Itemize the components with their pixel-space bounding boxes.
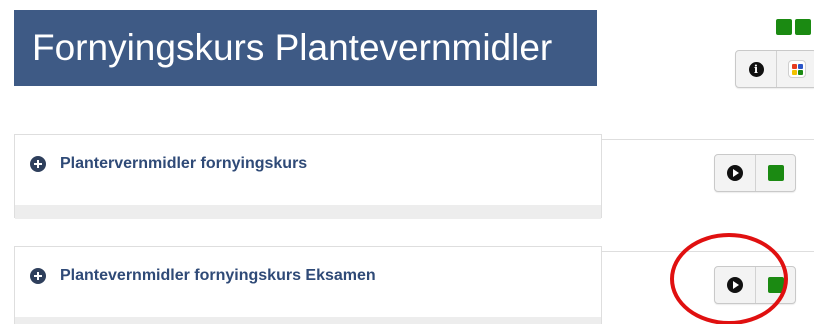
course-title[interactable]: Plantevernmidler fornyingskurs Eksamen bbox=[60, 267, 376, 285]
course-action-group bbox=[714, 154, 796, 192]
status-square-icon bbox=[776, 19, 792, 35]
play-circle-icon bbox=[727, 277, 743, 293]
page: Fornyingskurs Plantevernmidler i Planter… bbox=[0, 0, 814, 324]
status-square-icon bbox=[767, 277, 784, 293]
plus-circle-icon[interactable] bbox=[30, 156, 46, 172]
status-square-icon bbox=[795, 19, 811, 35]
plus-circle-icon[interactable] bbox=[30, 268, 46, 284]
course-header[interactable]: Plantervernmidler fornyingskurs bbox=[30, 155, 307, 173]
legend-dot-yellow bbox=[791, 70, 797, 75]
color-legend-icon bbox=[787, 60, 806, 78]
color-legend-button[interactable] bbox=[776, 51, 814, 87]
status-button[interactable] bbox=[755, 267, 795, 303]
play-circle-icon bbox=[727, 165, 743, 181]
course-title[interactable]: Plantervernmidler fornyingskurs bbox=[60, 155, 307, 173]
panel-footer bbox=[15, 205, 601, 219]
page-title: Fornyingskurs Plantevernmidler bbox=[14, 10, 597, 86]
panel-footer bbox=[15, 317, 601, 324]
course-header[interactable]: Plantevernmidler fornyingskurs Eksamen bbox=[30, 267, 376, 285]
course-action-group bbox=[714, 266, 796, 304]
play-button[interactable] bbox=[715, 155, 755, 191]
play-button[interactable] bbox=[715, 267, 755, 303]
legend-dot-red bbox=[791, 64, 797, 69]
course-panel: Plantervernmidler fornyingskurs bbox=[14, 134, 602, 219]
legend-dot-blue bbox=[797, 64, 803, 69]
info-button[interactable]: i bbox=[736, 51, 776, 87]
top-button-group: i bbox=[735, 50, 814, 88]
course-panel: Plantevernmidler fornyingskurs Eksamen bbox=[14, 246, 602, 324]
status-indicators bbox=[776, 19, 811, 35]
status-button[interactable] bbox=[755, 155, 795, 191]
legend-dot-green bbox=[797, 70, 803, 75]
info-circle-icon: i bbox=[748, 61, 764, 77]
status-square-icon bbox=[767, 165, 784, 181]
